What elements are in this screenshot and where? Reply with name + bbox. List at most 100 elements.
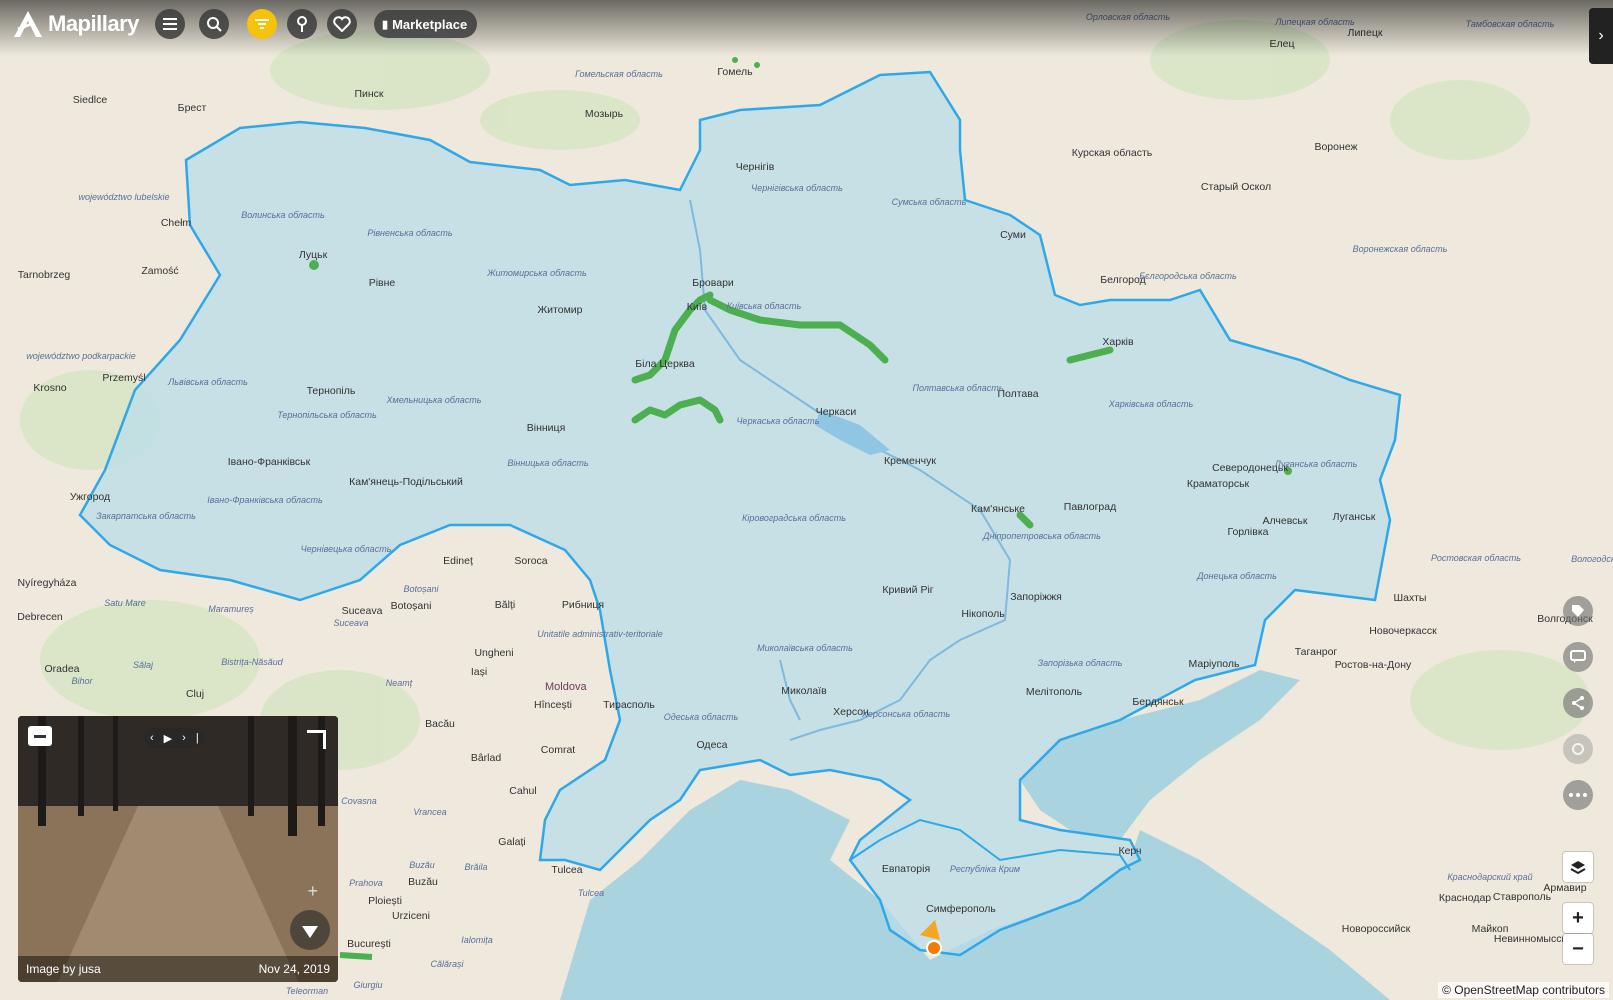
- map-heart-icon: [333, 16, 351, 32]
- region-label: Одеська область: [664, 712, 739, 722]
- city-label: Невинномысск: [1494, 933, 1567, 945]
- prev-button[interactable]: ‹: [150, 732, 154, 744]
- region-label: Prahova: [349, 878, 383, 888]
- marketplace-icon: ▮: [382, 18, 389, 31]
- city-label: Курская область: [1072, 147, 1153, 159]
- city-label: Bacău: [425, 718, 455, 730]
- city-label: Кам'янське: [971, 503, 1025, 515]
- logo-text: Mapillary: [48, 11, 139, 36]
- share-icon: [1572, 696, 1584, 710]
- current-image-marker[interactable]: [926, 940, 942, 956]
- layers-button[interactable]: [1563, 852, 1593, 882]
- share-button[interactable]: [1563, 688, 1593, 718]
- more-button[interactable]: [1563, 780, 1593, 810]
- region-label: Черкаська область: [737, 416, 820, 426]
- chevron-right-icon: ›: [1598, 27, 1604, 44]
- region-label: Buzău: [409, 860, 435, 870]
- comment-button[interactable]: [1563, 642, 1593, 672]
- user-location-button[interactable]: [287, 9, 317, 39]
- city-label: Симферополь: [926, 903, 996, 915]
- region-label: Sălaj: [133, 660, 154, 670]
- city-label: Чернігів: [736, 161, 775, 173]
- compass-icon[interactable]: [290, 910, 330, 950]
- city-label: Горлівка: [1227, 526, 1268, 538]
- city-label: Hîncești: [534, 699, 572, 711]
- menu-button[interactable]: [155, 9, 185, 39]
- region-label: Житомирська область: [486, 268, 587, 278]
- city-label: Cluj: [186, 688, 204, 700]
- mapillary-logo[interactable]: Mapillary: [12, 9, 139, 39]
- minus-icon: [34, 734, 46, 738]
- coverage-dot: [732, 57, 738, 63]
- search-button[interactable]: [199, 9, 229, 39]
- region-label: Maramureș: [208, 604, 254, 614]
- city-label: Евпаторія: [882, 863, 930, 875]
- city-label: Debrecen: [17, 611, 63, 623]
- city-label: Кам'янець-Подільський: [349, 476, 463, 488]
- region-label: Запорізька область: [1038, 658, 1123, 668]
- tag-button[interactable]: [1563, 596, 1593, 626]
- region-label: Ialomița: [461, 935, 493, 945]
- mapillary-logo-icon: [14, 11, 42, 37]
- viewer-plus-icon[interactable]: +: [307, 881, 318, 902]
- city-label: București: [347, 938, 391, 950]
- layers-icon: [1570, 861, 1586, 875]
- region-label: Сумська область: [892, 197, 967, 207]
- image-viewer[interactable]: ‹ ▶ › | + Image by jusa Nov 24, 2019: [18, 716, 338, 982]
- city-label: Cahul: [509, 785, 536, 797]
- city-label: Buzău: [408, 876, 438, 888]
- zoom-in-button[interactable]: +: [1563, 903, 1593, 933]
- city-label: Chełm: [161, 217, 192, 229]
- city-label: Soroca: [514, 555, 547, 567]
- city-label: Zamość: [141, 265, 178, 277]
- end-button[interactable]: |: [196, 732, 199, 744]
- minimize-viewer-button[interactable]: [28, 726, 52, 746]
- expand-viewer-button[interactable]: [307, 730, 326, 749]
- city-label: Пинск: [354, 88, 383, 100]
- city-label: Тернопіль: [307, 385, 356, 397]
- city-label: Ставрополь: [1493, 891, 1552, 903]
- region-label: Unitatile administrativ-teritoriale: [537, 629, 663, 639]
- city-label: Павлоград: [1064, 501, 1116, 513]
- filter-button[interactable]: [247, 9, 277, 39]
- city-label: Рибниця: [562, 599, 604, 611]
- user-location-icon: [297, 16, 307, 32]
- city-label: Przemyśl: [102, 372, 145, 384]
- region-label: Teleorman: [286, 986, 328, 996]
- image-author-link[interactable]: Image by jusa: [26, 962, 101, 976]
- region-label: Гомельская область: [575, 69, 663, 79]
- city-label: Харків: [1102, 336, 1134, 348]
- sidebar-toggle[interactable]: ›: [1589, 8, 1613, 64]
- viewer-footer: Image by jusa Nov 24, 2019: [18, 956, 338, 982]
- country-label-moldova: Moldova: [545, 681, 587, 693]
- next-button[interactable]: ›: [182, 732, 186, 744]
- map-heart-button[interactable]: [327, 9, 357, 39]
- city-label: Ploiești: [368, 895, 402, 907]
- marketplace-button[interactable]: ▮ Marketplace: [374, 10, 478, 38]
- region-label: Neamț: [386, 678, 413, 688]
- city-label: Ростов-на-Дону: [1335, 659, 1412, 671]
- zoom-out-button[interactable]: −: [1563, 934, 1593, 964]
- region-label: Волинська область: [241, 210, 325, 220]
- city-label: Суми: [1000, 229, 1026, 241]
- city-label: Tulcea: [551, 864, 582, 876]
- region-label: Brăila: [464, 862, 487, 872]
- city-label: Краснодар: [1439, 892, 1491, 904]
- map-attribution[interactable]: © OpenStreetMap contributors: [1438, 982, 1609, 998]
- city-label: Запоріжжя: [1010, 591, 1062, 603]
- play-button[interactable]: ▶: [164, 732, 172, 745]
- comment-icon: [1570, 650, 1586, 663]
- region-label: Дніпропетровська область: [982, 531, 1101, 541]
- city-label: Луцьк: [299, 249, 328, 261]
- city-label: Новочеркасск: [1369, 625, 1437, 637]
- city-label: Гомель: [717, 66, 753, 78]
- city-label: Миколаїв: [781, 685, 827, 697]
- coverage-dot: [754, 62, 760, 68]
- map-canvas[interactable]: Гомель Чернігів Суми Луцьк Рівне Житомир Київ Б…: [0, 0, 1613, 1000]
- city-label: Tarnobrzeg: [18, 269, 71, 281]
- city-label: Bălți: [495, 599, 515, 611]
- region-label: Satu Mare: [104, 598, 146, 608]
- city-label: Siedlce: [73, 94, 108, 106]
- city-label: Edineț: [443, 555, 473, 567]
- location-button[interactable]: [1563, 734, 1593, 764]
